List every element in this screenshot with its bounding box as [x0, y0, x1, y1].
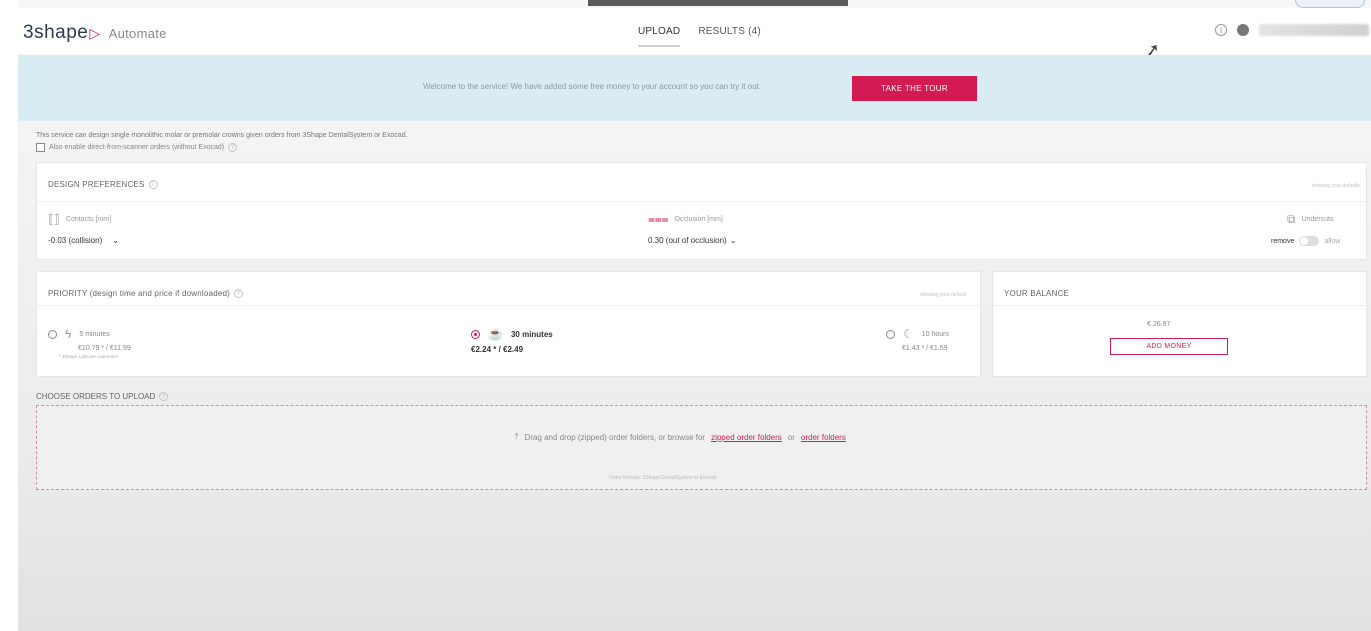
undercuts-remove-label: remove [1271, 237, 1295, 245]
main-tabs: UPLOAD RESULTS (4) [638, 26, 761, 47]
choose-orders-title-text: CHOOSE ORDERS TO UPLOAD [36, 392, 156, 401]
labcare-note: * 3Shape LabCare customers [59, 354, 119, 359]
balance-card: YOUR BALANCE [992, 271, 1367, 377]
header-icons: i [1215, 24, 1369, 36]
tab-results[interactable]: RESULTS (4) [698, 26, 761, 47]
order-dropzone[interactable]: ⤒ Drag and drop (zipped) order folders, … [36, 405, 1367, 490]
drop-or-text: or [787, 432, 795, 442]
scanner-orders-option: Also enable direct-from-scanner orders (… [36, 143, 238, 152]
balance-amount: € 26.97 [1147, 321, 1171, 328]
undercuts-toggle-group: remove allow [1271, 236, 1340, 246]
priority-option-30min[interactable]: ☕ 30 minutes €2.24 * / €2.49 [471, 327, 553, 354]
undercuts-icon: ⧉ [1287, 212, 1296, 226]
occlusion-select[interactable]: 0.30 (out of occlusion) ⌄ [648, 236, 736, 245]
priority-radio-10h[interactable] [886, 329, 895, 339]
divider [993, 305, 1366, 306]
priority-radio-5min[interactable] [48, 329, 57, 339]
contacts-label: Contacts [mm] [65, 215, 112, 223]
drop-text: Drag and drop (zipped) order folders, or… [524, 432, 706, 442]
chevron-down-icon: ⌄ [729, 236, 737, 245]
occlusion-icon: ⩶ [648, 212, 669, 226]
chevron-down-icon: ⌄ [112, 236, 119, 245]
priority-time-5min: 5 minutes [79, 330, 110, 338]
order-formats-note: Order formats: 3Shape DentalSystem or Ex… [609, 475, 717, 481]
scanner-orders-checkbox[interactable] [36, 143, 45, 152]
product-name: Automate [108, 26, 167, 41]
brand-logo[interactable]: 3shape▷ Automate [23, 22, 167, 44]
occlusion-label: Occlusion [mm] [674, 216, 723, 223]
zipped-order-folders-link[interactable]: zipped order folders [711, 433, 782, 442]
undercuts-toggle[interactable] [1299, 236, 1320, 246]
occlusion-label-group: ⩶ Occlusion [mm] [648, 212, 723, 227]
app-window: 3shape▷ Automate UPLOAD RESULTS (4) i ➚ W… [18, 0, 1371, 631]
priority-radio-30min[interactable] [471, 329, 480, 339]
scanner-orders-label[interactable]: Also enable direct-from-scanner orders (… [49, 144, 224, 151]
priority-card: PRIORITY (design time and price if downl… [36, 271, 981, 377]
priority-price-5min: €10.79 * / €11.99 [78, 345, 131, 352]
priority-defaults-note: showing your default [920, 292, 966, 298]
undercuts-label-group: ⧉ Undercuts [1287, 212, 1333, 227]
priority-option-row: ☕ 30 minutes [471, 327, 553, 341]
undercuts-label: Undercuts [1301, 216, 1334, 223]
top-strip [588, 0, 848, 6]
priority-option-row: ☾ 10 hours [886, 327, 949, 341]
occlusion-value: 0.30 (out of occlusion) [648, 236, 727, 245]
undercuts-allow-label: allow [1324, 237, 1341, 245]
divider [37, 305, 980, 306]
priority-price-10h: €1.43 * / €1.59 [902, 345, 948, 352]
help-icon[interactable]: ? [148, 180, 158, 189]
priority-option-10h[interactable]: ☾ 10 hours €1.43 * / €1.59 [886, 327, 949, 352]
brand-triangle-icon: ▷ [89, 25, 101, 41]
app-header: 3shape▷ Automate UPLOAD RESULTS (4) i [18, 8, 1371, 54]
brand-name: 3shape [23, 22, 89, 43]
contacts-select[interactable]: -0.03 (collision) ⌄ [48, 236, 119, 245]
design-preferences-title: DESIGN PREFERENCES ? [48, 180, 158, 189]
contacts-value: -0.03 (collision) [48, 236, 103, 245]
tab-upload[interactable]: UPLOAD [638, 26, 681, 47]
info-circle-icon[interactable]: i [1215, 24, 1227, 36]
contacts-label-group: ⟦⟧ Contacts [mm] [48, 212, 111, 226]
add-money-button[interactable]: ADD MONEY [1110, 338, 1228, 355]
priority-time-30min: 30 minutes [510, 329, 553, 339]
drop-instructions: ⤒ Drag and drop (zipped) order folders, … [515, 432, 846, 442]
service-description: This service can design single monolithi… [36, 132, 408, 139]
priority-title-text: PRIORITY (design time and price if downl… [48, 289, 231, 298]
defaults-note: showing your defaults [1311, 183, 1360, 189]
priority-option-row: ϟ 5 minutes [48, 327, 131, 341]
user-avatar-icon[interactable] [1237, 24, 1249, 36]
design-preferences-card: DESIGN PREFERENCES ? showing your defaul… [36, 162, 1367, 260]
design-preferences-title-text: DESIGN PREFERENCES [48, 180, 145, 189]
divider [37, 201, 1366, 202]
choose-orders-title: CHOOSE ORDERS TO UPLOAD ? [36, 392, 169, 401]
help-icon[interactable]: ? [228, 143, 238, 152]
coffee-cup-icon: ☕ [488, 327, 503, 341]
user-name-redacted[interactable] [1259, 24, 1369, 36]
banner-text: Welcome to the service! We have added so… [423, 82, 762, 91]
priority-price-30min: €2.24 * / €2.49 [471, 345, 524, 354]
moon-icon: ☾ [903, 327, 914, 341]
priority-time-10h: 10 hours [921, 330, 950, 338]
priority-option-5min[interactable]: ϟ 5 minutes €10.79 * / €11.99 * 3Shape L… [48, 327, 131, 359]
upload-icon: ⤒ [515, 432, 519, 441]
top-strip-control [1295, 0, 1365, 8]
contacts-icon: ⟦⟧ [48, 212, 60, 226]
window-frame-left [0, 0, 18, 631]
priority-title: PRIORITY (design time and price if downl… [48, 289, 244, 298]
lightning-icon: ϟ [65, 327, 72, 341]
help-icon[interactable]: ? [234, 289, 244, 298]
order-folders-link[interactable]: order folders [801, 433, 846, 442]
balance-title: YOUR BALANCE [1004, 289, 1070, 298]
welcome-banner: Welcome to the service! We have added so… [18, 55, 1371, 121]
take-the-tour-button[interactable]: TAKE THE TOUR [852, 76, 977, 101]
help-icon[interactable]: ? [159, 392, 169, 401]
